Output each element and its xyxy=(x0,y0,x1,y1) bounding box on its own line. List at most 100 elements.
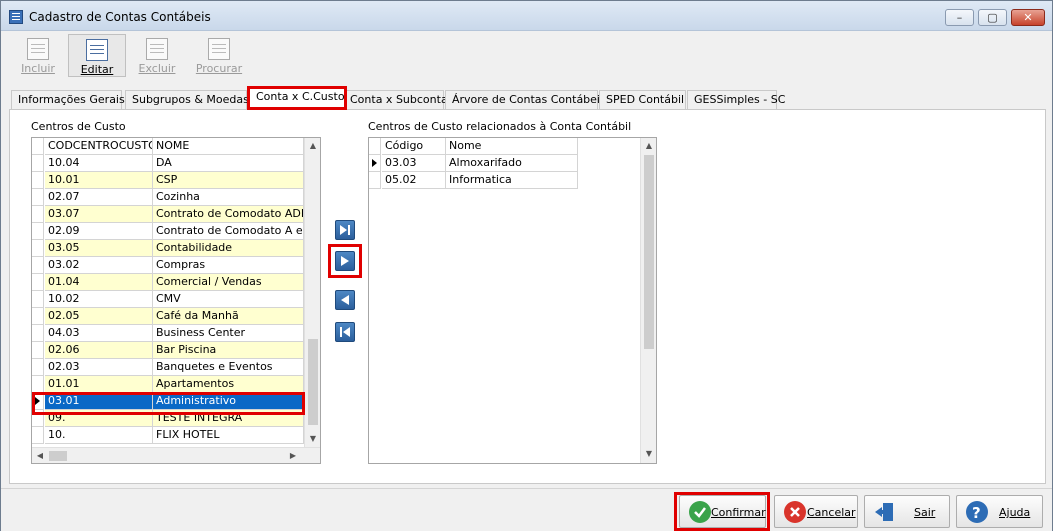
cell-codigo: 09. xyxy=(45,410,153,427)
left-horizontal-scrollbar[interactable]: ◀ ▶ xyxy=(32,447,320,463)
left-vertical-scrollbar[interactable]: ▲ ▼ xyxy=(304,138,320,447)
cell-nome: Comercial / Vendas xyxy=(153,274,304,291)
col-codigo[interactable]: Código xyxy=(382,138,446,155)
header-indicator xyxy=(32,138,44,155)
cancelar-button[interactable]: Cancelar xyxy=(774,495,858,528)
tab-subgrupos-moedas[interactable]: Subgrupos & Moedas xyxy=(125,90,249,109)
row-indicator xyxy=(32,427,44,444)
incluir-button[interactable]: Incluir xyxy=(9,34,67,77)
procurar-button[interactable]: Procurar xyxy=(190,34,248,77)
table-row[interactable]: 02.06 Bar Piscina xyxy=(32,342,304,359)
cell-nome: CSP xyxy=(153,172,304,189)
row-indicator xyxy=(32,155,44,172)
table-row[interactable]: 02.03 Banquetes e Eventos xyxy=(32,359,304,376)
table-row[interactable]: 01.01 Apartamentos xyxy=(32,376,304,393)
tab-informacoes-gerais[interactable]: Informações Gerais xyxy=(11,90,125,109)
cell-codigo: 02.09 xyxy=(45,223,153,240)
scroll-down-icon[interactable]: ▼ xyxy=(305,434,320,443)
relacionados-label: Centros de Custo relacionados à Conta Co… xyxy=(368,120,632,133)
right-scroll-up-icon[interactable]: ▲ xyxy=(641,141,656,150)
search-document-icon xyxy=(208,38,230,60)
table-row[interactable]: 03.07 Contrato de Comodato ADM xyxy=(32,206,304,223)
col-nome[interactable]: NOME xyxy=(153,138,304,155)
close-button[interactable]: ✕ xyxy=(1011,9,1045,26)
row-indicator xyxy=(32,240,44,257)
edit-document-icon xyxy=(86,39,108,61)
row-indicator xyxy=(32,376,44,393)
table-row[interactable]: 02.07 Cozinha xyxy=(32,189,304,206)
table-row[interactable]: 10.01 CSP xyxy=(32,172,304,189)
cell-nome: DA xyxy=(153,155,304,172)
table-row[interactable]: 03.01 Administrativo xyxy=(32,393,304,410)
table-row[interactable]: 02.09 Contrato de Comodato A e B xyxy=(32,223,304,240)
left-grid-header: CODCENTROCUSTO NOME xyxy=(32,138,304,155)
left-hscroll-thumb[interactable] xyxy=(49,451,67,461)
table-row[interactable]: 10. FLIX HOTEL xyxy=(32,427,304,444)
table-row[interactable]: 10.04 DA xyxy=(32,155,304,172)
col-nome-right[interactable]: Nome xyxy=(446,138,578,155)
table-row[interactable]: 01.04 Comercial / Vendas xyxy=(32,274,304,291)
scroll-up-icon[interactable]: ▲ xyxy=(305,141,320,150)
table-row[interactable]: 10.02 CMV xyxy=(32,291,304,308)
scroll-right-icon[interactable]: ▶ xyxy=(288,451,298,460)
maximize-button[interactable]: ▢ xyxy=(978,9,1007,26)
cell-nome: Banquetes e Eventos xyxy=(153,359,304,376)
cell-codigo: 10.04 xyxy=(45,155,153,172)
tab-conta-ccusto[interactable]: Conta x C.Custo xyxy=(247,86,347,110)
cell-nome: Apartamentos xyxy=(153,376,304,393)
bottom-bar: Confirmar Cancelar Sair ? Ajuda xyxy=(1,488,1052,531)
move-all-right-icon xyxy=(340,225,350,235)
tab-arvore-contas[interactable]: Árvore de Contas Contábeis xyxy=(445,90,606,109)
right-grid-header: Código Nome xyxy=(369,138,578,155)
right-row[interactable]: 03.03 Almoxarifado xyxy=(369,155,578,172)
relacionados-grid[interactable]: Código Nome 03.03 Almoxarifado 05.02 Inf… xyxy=(368,137,657,464)
procurar-label: Procurar xyxy=(195,62,243,75)
check-icon xyxy=(689,501,711,523)
app-table-icon xyxy=(9,10,23,24)
cell-nome: Contrato de Comodato ADM xyxy=(153,206,304,223)
right-vertical-scrollbar[interactable]: ▲ ▼ xyxy=(640,138,656,463)
cell-codigo: 01.01 xyxy=(45,376,153,393)
right-row-code: 03.03 xyxy=(382,155,446,172)
editar-button[interactable]: Editar xyxy=(68,34,126,77)
move-all-right-button[interactable] xyxy=(335,220,355,240)
minimize-button[interactable]: – xyxy=(945,9,974,26)
confirmar-button[interactable]: Confirmar xyxy=(679,495,766,528)
row-indicator xyxy=(32,274,44,291)
title-bar[interactable]: Cadastro de Contas Contábeis – ▢ ✕ xyxy=(1,1,1052,31)
tab-sped-contabil[interactable]: SPED Contábil xyxy=(599,90,686,109)
cell-nome: Administrativo xyxy=(153,393,304,410)
right-header-indicator xyxy=(369,138,381,155)
excluir-button[interactable]: Excluir xyxy=(128,34,186,77)
row-indicator xyxy=(32,291,44,308)
cancelar-label: Cancelar xyxy=(807,506,856,519)
tab-gessimples[interactable]: GESSimples - SC xyxy=(687,90,785,109)
tab-conta-subconta[interactable]: Conta x Subconta xyxy=(343,90,448,109)
table-row[interactable]: 04.03 Business Center xyxy=(32,325,304,342)
sair-label: Sair xyxy=(914,506,936,519)
scroll-left-icon[interactable]: ◀ xyxy=(35,451,45,460)
row-indicator xyxy=(32,410,44,427)
ajuda-button[interactable]: ? Ajuda xyxy=(956,495,1043,528)
move-left-button[interactable] xyxy=(335,290,355,310)
table-row[interactable]: 03.02 Compras xyxy=(32,257,304,274)
cell-codigo: 10.01 xyxy=(45,172,153,189)
col-codcentrocusto[interactable]: CODCENTROCUSTO xyxy=(45,138,153,155)
move-right-button[interactable] xyxy=(335,251,355,271)
right-scroll-thumb[interactable] xyxy=(644,155,654,349)
left-scroll-thumb[interactable] xyxy=(308,339,318,425)
svg-text:?: ? xyxy=(972,504,981,522)
sair-button[interactable]: Sair xyxy=(864,495,950,528)
move-right-icon xyxy=(341,256,349,266)
row-indicator xyxy=(32,393,44,410)
row-indicator xyxy=(32,206,44,223)
table-row[interactable]: 02.05 Café da Manhã xyxy=(32,308,304,325)
right-row-name: Almoxarifado xyxy=(446,155,578,172)
table-row[interactable]: 03.05 Contabilidade xyxy=(32,240,304,257)
centros-custo-grid[interactable]: CODCENTROCUSTO NOME 10.04 DA 10.01 CSP 02.07… xyxy=(31,137,321,464)
right-scroll-down-icon[interactable]: ▼ xyxy=(641,449,656,458)
move-all-left-button[interactable] xyxy=(335,322,355,342)
cell-codigo: 02.07 xyxy=(45,189,153,206)
table-row[interactable]: 09. TESTE INTEGRA xyxy=(32,410,304,427)
right-row[interactable]: 05.02 Informatica xyxy=(369,172,578,189)
